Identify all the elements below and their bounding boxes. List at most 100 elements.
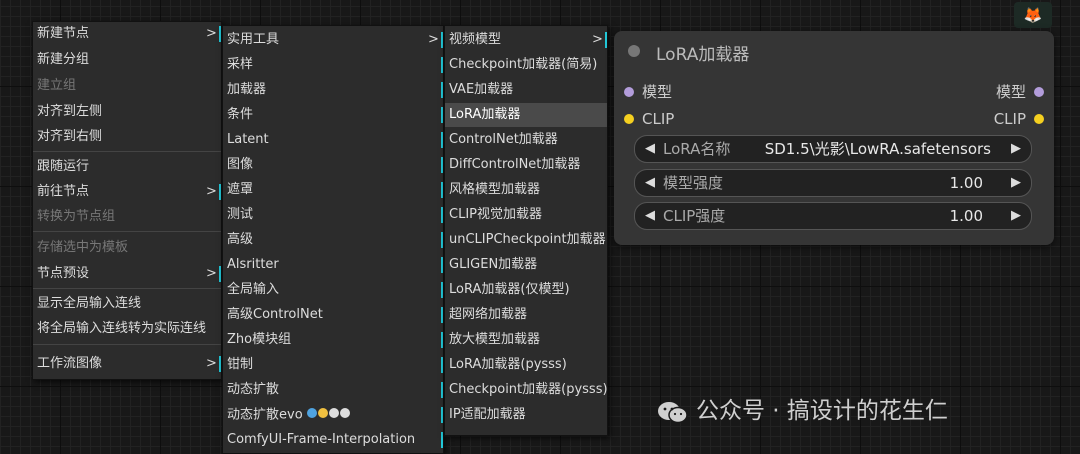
menu-item-align-left[interactable]: 对齐到左侧 [33, 100, 221, 124]
output-slot-clip-dot[interactable] [1034, 114, 1044, 124]
model-strength-number[interactable]: ◀ 模型强度 1.00 ▶ [634, 169, 1032, 197]
menu-item-alsritter[interactable]: Alsritter [223, 253, 443, 277]
letter-a-icon [328, 408, 339, 418]
lora-loader-node[interactable]: LoRA加载器 模型 CLIP 模型 CLIP ◀ LoRA名称 SD1.5\光… [614, 31, 1054, 245]
menu-item-checkpoint-loader-pysss[interactable]: Checkpoint加载器(pysss) [445, 378, 608, 402]
menu-item-label: 遮罩 [227, 182, 254, 197]
menu-item-label: 采样 [227, 57, 254, 72]
menu-item-video-models[interactable]: 视频模型 > [445, 28, 607, 52]
menu-item-controlnet-loader[interactable]: ControlNet加载器 [445, 128, 607, 152]
decrement-arrow-icon[interactable]: ◀ [645, 136, 655, 162]
menu-item-convert-to-group-node: 转换为节点组 [33, 205, 221, 229]
submenu-indicator [441, 282, 443, 298]
submenu-indicator [441, 32, 443, 48]
menu-item-gligen-loader[interactable]: GLIGEN加载器 [445, 253, 607, 277]
submenu-indicator [441, 332, 443, 348]
menu-item-image[interactable]: 图像 [223, 153, 443, 177]
submenu-indicator [219, 26, 221, 42]
clip-strength-number[interactable]: ◀ CLIP强度 1.00 ▶ [634, 202, 1032, 230]
menu-item-upscale-model-loader[interactable]: 放大模型加载器 [445, 328, 607, 352]
menu-item-clip-vision-loader[interactable]: CLIP视觉加载器 [445, 203, 607, 227]
node-title: LoRA加载器 [656, 45, 750, 65]
menu-item-animatediff-evo[interactable]: 动态扩散evo [223, 403, 443, 427]
widget-value: SD1.5\光影\LowRA.safetensors [764, 140, 991, 158]
menu-item-label: 测试 [227, 207, 254, 222]
menu-item-label: 实用工具 [227, 32, 280, 47]
menu-item-checkpoint-loader-simple[interactable]: Checkpoint加载器(简易) [445, 53, 607, 77]
menu-item-global-input[interactable]: 全局输入 [223, 278, 443, 302]
menu-item-advanced-controlnet[interactable]: 高级ControlNet [223, 303, 443, 327]
menu-item-label: 动态扩散evo [227, 407, 303, 423]
input-slot-model-label: 模型 [642, 83, 673, 101]
node-header[interactable]: LoRA加载器 [614, 31, 1054, 71]
menu-item-sampling[interactable]: 采样 [223, 53, 443, 77]
menu-item-label: 超网络加载器 [449, 307, 528, 322]
menu-item-label: ControlNet加载器 [449, 132, 558, 147]
menu-item-lora-loader-model-only[interactable]: LoRA加载器(仅模型) [445, 278, 607, 302]
menu-item-label: GLIGEN加载器 [449, 257, 538, 272]
watermark-text: 公众号 · 搞设计的花生仁 [696, 398, 948, 424]
menu-item-conditioning[interactable]: 条件 [223, 103, 443, 127]
menu-item-new-node[interactable]: 新建节点 > [33, 22, 221, 46]
menu-item-follow-execution[interactable]: 跟随运行 [33, 155, 221, 179]
menu-item-clamp[interactable]: 钳制 [223, 353, 443, 377]
evo-badge-icons [306, 403, 351, 427]
menu-item-animatediff[interactable]: 动态扩散 [223, 378, 443, 402]
lora-name-combo[interactable]: ◀ LoRA名称 SD1.5\光影\LowRA.safetensors ▶ [634, 135, 1032, 163]
menu-item-new-group[interactable]: 新建分组 [33, 48, 221, 72]
menu-item-zho-modules[interactable]: Zho模块组 [223, 328, 443, 352]
menu-item-lora-loader-pysss[interactable]: LoRA加载器(pysss) [445, 353, 607, 377]
menu-item-convert-global-links[interactable]: 将全局输入连线转为实际连线 [33, 317, 221, 341]
menu-item-workflow-image[interactable]: 工作流图像 > [33, 352, 221, 376]
menu-item-label: 风格模型加载器 [449, 182, 541, 197]
menu-item-show-global-input-links[interactable]: 显示全局输入连线 [33, 292, 221, 316]
menu-item-label: 前往节点 [37, 184, 90, 199]
menu-item-label: 转换为节点组 [37, 209, 116, 224]
menu-item-go-to-node[interactable]: 前往节点 > [33, 180, 221, 204]
menu-item-frame-interpolation[interactable]: ComfyUI-Frame-Interpolation [223, 428, 443, 452]
menu-item-loaders[interactable]: 加载器 [223, 78, 443, 102]
widget-value: 1.00 [949, 207, 983, 225]
menu-item-hypernetwork-loader[interactable]: 超网络加载器 [445, 303, 607, 327]
menu-item-label: 对齐到右侧 [37, 129, 103, 144]
menu-item-ip-adapter-loader[interactable]: IP适配加载器 [445, 403, 607, 427]
menu-item-diff-controlnet-loader[interactable]: DiffControlNet加载器 [445, 153, 607, 177]
decrement-arrow-icon[interactable]: ◀ [645, 203, 655, 229]
widget-label: 模型强度 [663, 174, 724, 192]
input-slot-clip-dot[interactable] [624, 114, 634, 124]
menu-item-vae-loader[interactable]: VAE加载器 [445, 78, 607, 102]
menu-item-advanced[interactable]: 高级 [223, 228, 443, 252]
submenu-indicator [605, 32, 607, 48]
face-icon [317, 408, 328, 418]
menu-item-mask[interactable]: 遮罩 [223, 178, 443, 202]
menu-item-label: IP适配加载器 [449, 407, 526, 422]
menu-item-label: Checkpoint加载器(简易) [449, 57, 598, 72]
menu-item-utils[interactable]: 实用工具 > [223, 28, 443, 52]
menu-divider [33, 288, 221, 289]
menu-item-align-right[interactable]: 对齐到右侧 [33, 125, 221, 149]
letter-d-icon [339, 408, 350, 418]
input-slot-model-dot[interactable] [624, 87, 634, 97]
submenu-indicator [441, 157, 443, 173]
fox-icon[interactable]: 🦊 [1014, 2, 1052, 28]
increment-arrow-icon[interactable]: ▶ [1011, 136, 1021, 162]
menu-item-lora-loader[interactable]: LoRA加载器 [445, 103, 607, 127]
output-slot-model-dot[interactable] [1034, 87, 1044, 97]
submenu-loaders: 视频模型 > Checkpoint加载器(简易) VAE加载器 LoRA加载器 C… [444, 25, 608, 436]
menu-item-label: 条件 [227, 107, 254, 122]
menu-item-label: 视频模型 [449, 32, 502, 47]
input-slot-clip-label: CLIP [642, 110, 675, 128]
submenu-indicator [441, 232, 443, 248]
menu-item-latent[interactable]: Latent [223, 128, 443, 152]
menu-item-label: 将全局输入连线转为实际连线 [37, 321, 207, 336]
menu-item-label: 钳制 [227, 357, 254, 372]
menu-item-node-presets[interactable]: 节点预设 > [33, 262, 221, 286]
collapse-dot-icon[interactable] [628, 45, 640, 57]
increment-arrow-icon[interactable]: ▶ [1011, 170, 1021, 196]
submenu-indicator [441, 307, 443, 323]
menu-item-style-model-loader[interactable]: 风格模型加载器 [445, 178, 607, 202]
decrement-arrow-icon[interactable]: ◀ [645, 170, 655, 196]
menu-item-unclip-checkpoint-loader[interactable]: unCLIPCheckpoint加载器 [445, 228, 607, 252]
increment-arrow-icon[interactable]: ▶ [1011, 203, 1021, 229]
menu-item-testing[interactable]: 测试 [223, 203, 443, 227]
